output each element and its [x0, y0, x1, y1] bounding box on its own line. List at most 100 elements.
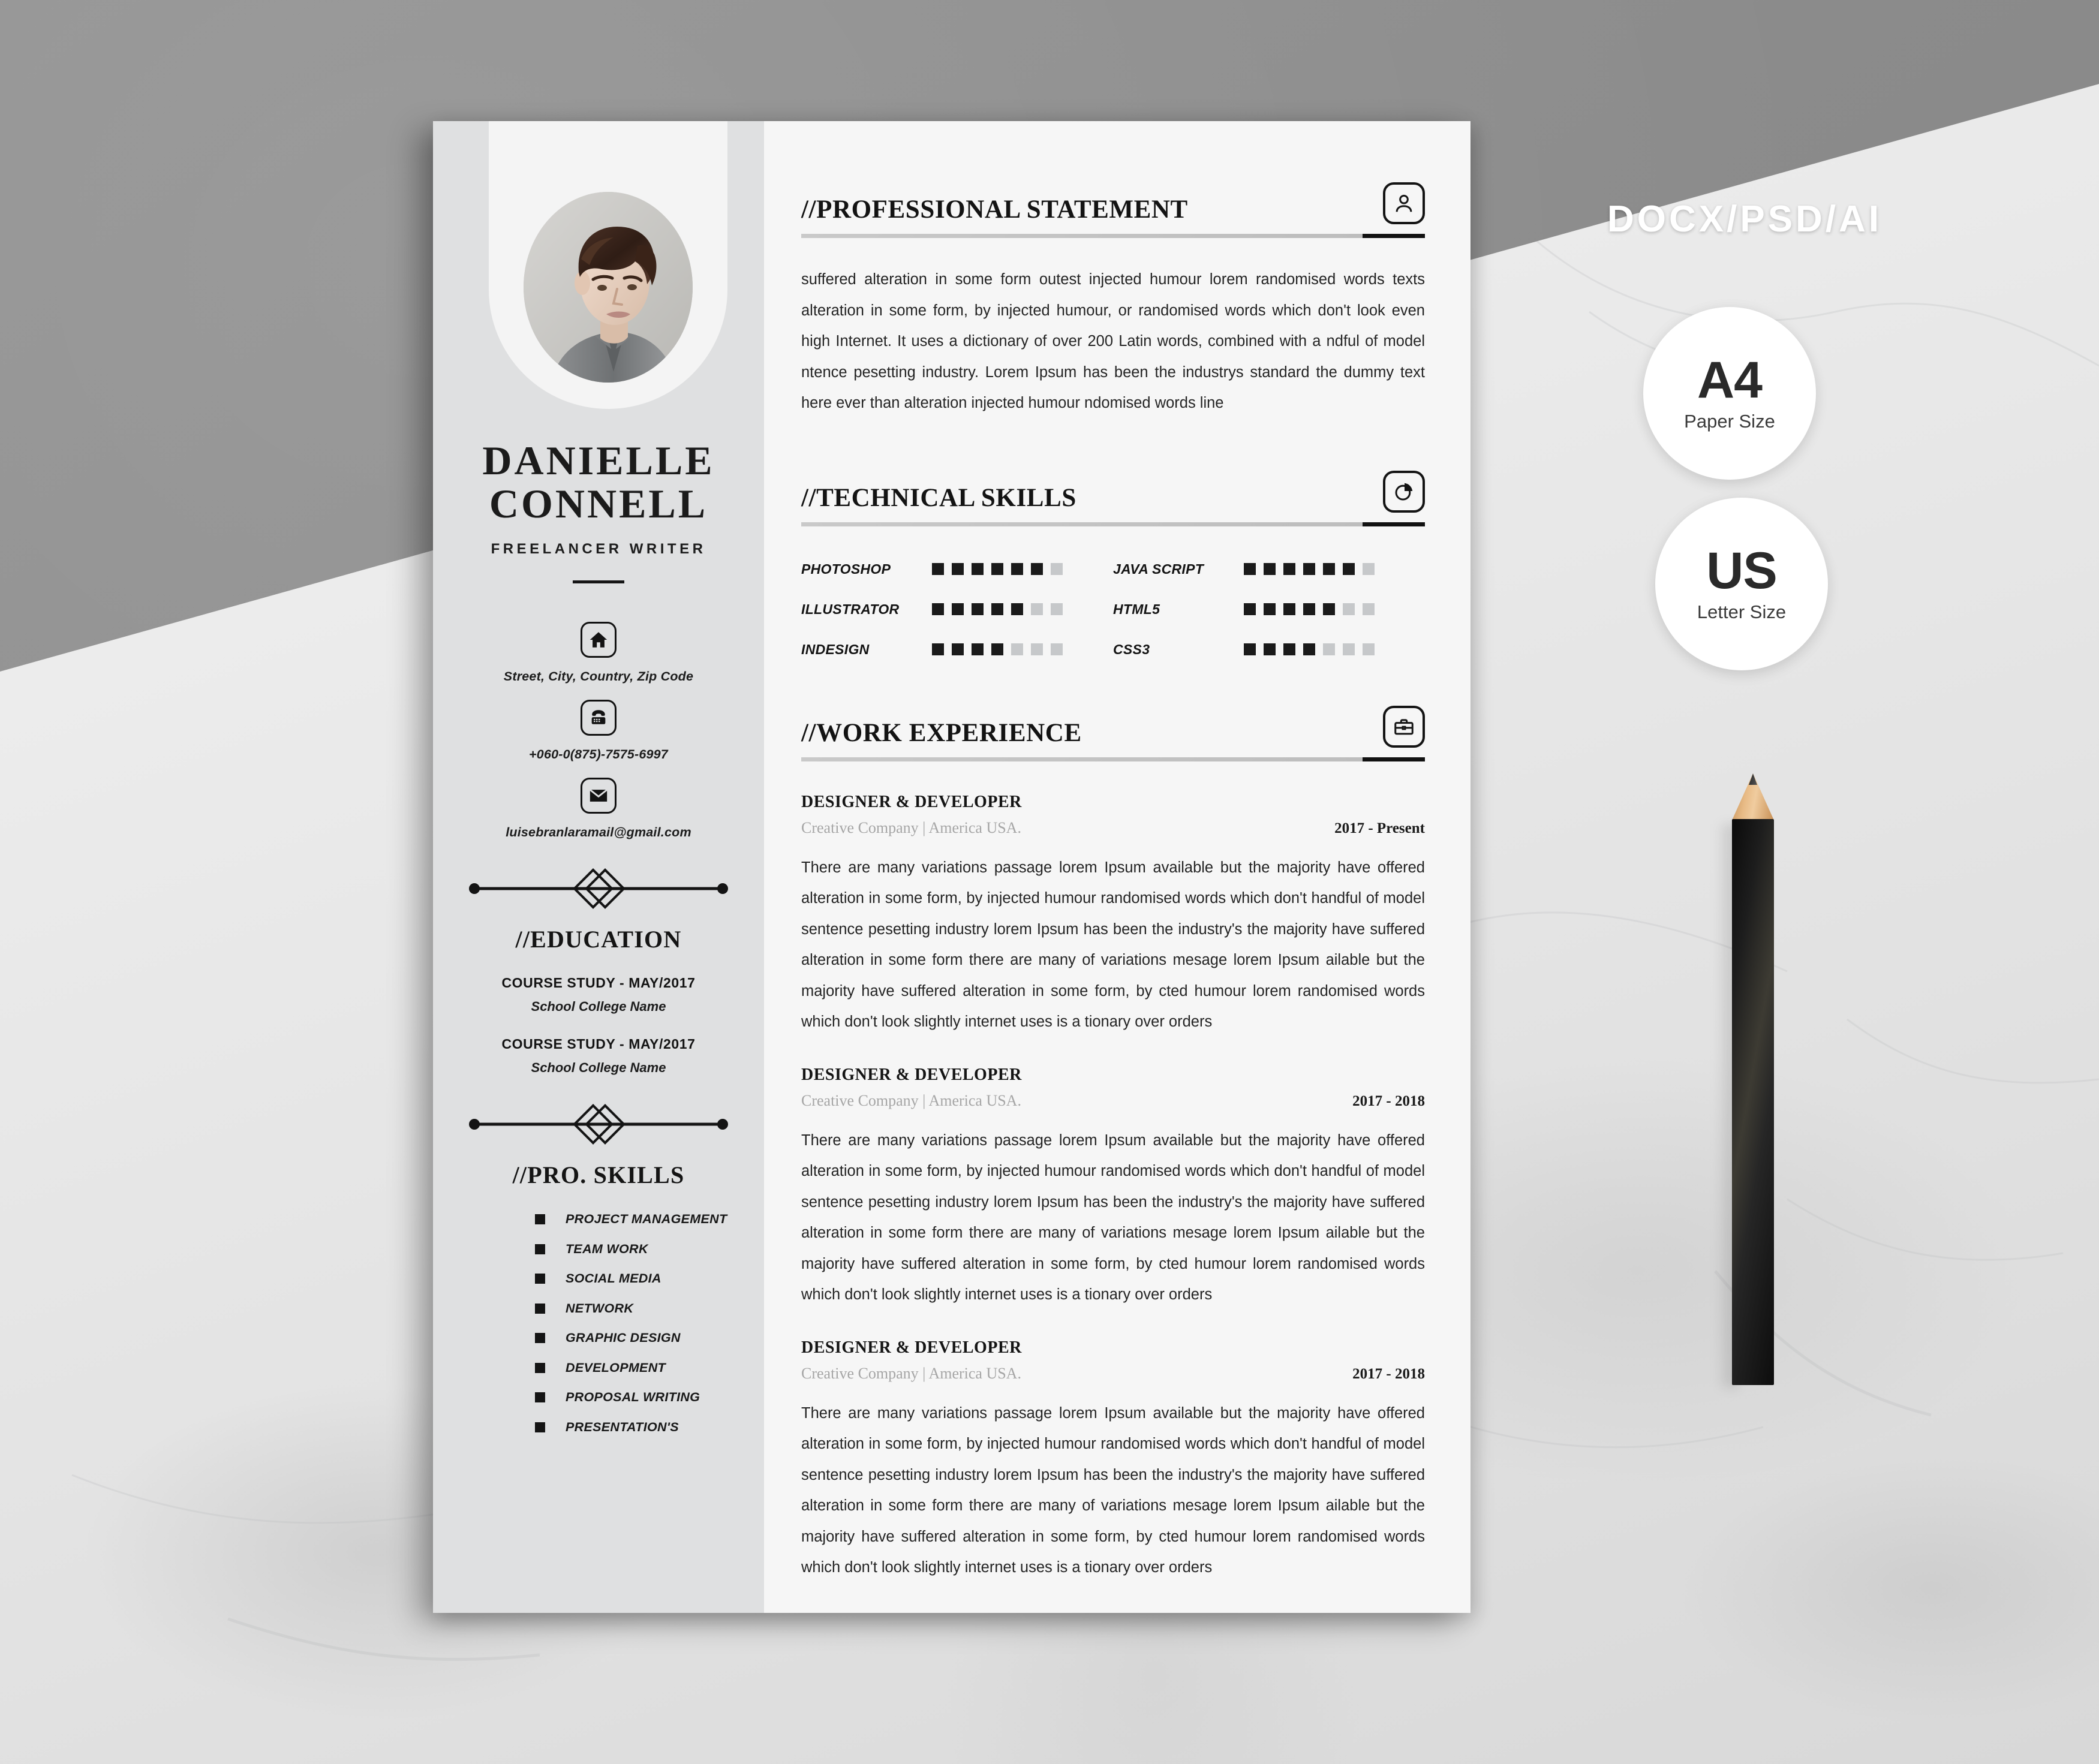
rating-dot-filled — [1343, 563, 1355, 575]
rating-dot-empty — [1031, 603, 1043, 615]
job-entry: DESIGNER & DEVELOPER Creative Company | … — [801, 1065, 1425, 1311]
job-description: There are many variations passage lorem … — [801, 1131, 1425, 1304]
briefcase-icon — [1383, 705, 1425, 748]
pro-skill-label: PRESENTATION'S — [566, 1419, 679, 1434]
ornamental-divider-icon — [469, 868, 728, 910]
file-formats-label: DOCX/PSD/AI — [1607, 198, 1883, 240]
rating-dot-filled — [1244, 643, 1256, 655]
tech-skill-label: ILLUSTRATOR — [801, 601, 900, 617]
rating-dot-filled — [991, 643, 1003, 655]
badge-a4-title: A4 — [1697, 351, 1763, 409]
ornamental-divider-icon — [469, 1104, 728, 1145]
job-entry: DESIGNER & DEVELOPER Creative Company | … — [801, 1338, 1425, 1584]
rating-dot-filled — [1323, 563, 1335, 575]
badge-a4-subtitle: Paper Size — [1684, 411, 1775, 432]
tech-skill-label: CSS3 — [1113, 641, 1150, 657]
rating-dots — [932, 643, 1063, 655]
job-title: DESIGNER & DEVELOPER — [801, 1065, 1022, 1084]
rating-dot-filled — [991, 563, 1003, 575]
education-school: School College Name — [531, 1060, 666, 1076]
contact-block: Street, City, Country, Zip Code +060-0(8… — [504, 606, 693, 840]
rating-dot-filled — [1264, 603, 1276, 615]
rating-dots — [1244, 603, 1375, 615]
list-item: DEVELOPMENT — [535, 1360, 764, 1375]
rating-dot-filled — [932, 643, 944, 655]
job-dates: 2017 - 2018 — [1352, 1092, 1425, 1109]
section-heading: //PROFESSIONAL STATEMENT — [801, 195, 1188, 224]
email-icon — [580, 778, 617, 814]
education-heading: //EDUCATION — [515, 926, 682, 953]
first-name: DANIELLE — [482, 438, 715, 483]
bullet-square-icon — [535, 1214, 545, 1225]
last-name: CONNELL — [489, 481, 708, 527]
badge-us-subtitle: Letter Size — [1697, 601, 1787, 622]
bullet-square-icon — [535, 1392, 545, 1403]
resume-page: DANIELLE CONNELL FREELANCER WRITER Stree… — [433, 121, 1470, 1613]
rating-dots — [932, 563, 1063, 575]
tech-skill-label: HTML5 — [1113, 601, 1160, 617]
pro-skill-label: TEAM WORK — [566, 1241, 648, 1256]
job-title: DESIGNER & DEVELOPER — [801, 1338, 1022, 1357]
pro-skill-label: PROJECT MANAGEMENT — [566, 1212, 727, 1227]
badge-us-title: US — [1706, 542, 1777, 600]
tech-skill-row: ILLUSTRATOR — [801, 601, 1113, 618]
address-text: Street, City, Country, Zip Code — [503, 669, 694, 684]
rating-dot-empty — [1363, 563, 1375, 575]
job-company: Creative Company | America USA. — [801, 818, 1021, 836]
rating-dot-empty — [1363, 643, 1375, 655]
rule-dark-segment — [1363, 522, 1425, 526]
section-technical-skills: //TECHNICAL SKILLS PHOTOSHOP JAVA SCRIPT… — [801, 470, 1425, 658]
rating-dot-filled — [991, 603, 1003, 615]
rule-light-segment — [801, 522, 1363, 526]
rating-dots — [932, 603, 1063, 615]
rating-dot-filled — [1244, 603, 1256, 615]
rule-light-segment — [801, 757, 1363, 761]
badge-a4: A4 Paper Size — [1643, 307, 1816, 480]
pro-skills-heading: //PRO. SKILLS — [512, 1161, 685, 1189]
education-item: COURSE STUDY - MAY/2017 School College N… — [501, 975, 695, 1015]
tech-skill-label: JAVA SCRIPT — [1113, 561, 1204, 577]
list-item: TEAM WORK — [535, 1242, 764, 1257]
rating-dot-filled — [1031, 563, 1043, 575]
rating-dot-filled — [932, 603, 944, 615]
rating-dots — [1244, 563, 1375, 575]
rating-dot-filled — [1011, 563, 1023, 575]
section-rule — [801, 757, 1425, 761]
contact-item-address: Street, City, Country, Zip Code — [504, 622, 693, 684]
rating-dot-filled — [1303, 563, 1315, 575]
rating-dot-filled — [1264, 563, 1276, 575]
tech-skill-row: CSS3 — [1113, 642, 1425, 658]
pro-skill-label: GRAPHIC DESIGN — [566, 1330, 681, 1345]
section-heading: //TECHNICAL SKILLS — [801, 483, 1076, 512]
section-heading: //WORK EXPERIENCE — [801, 718, 1082, 747]
page-title: DANIELLE CONNELL — [482, 439, 714, 525]
tech-skill-row: JAVA SCRIPT — [1113, 561, 1425, 577]
bullet-square-icon — [535, 1333, 545, 1344]
promo-panel: DOCX/PSD/AI A4 Paper Size US Letter Size — [1535, 198, 2075, 670]
job-company: Creative Company | America USA. — [801, 1364, 1021, 1382]
bullet-square-icon — [535, 1303, 545, 1314]
rating-dot-empty — [1051, 603, 1063, 615]
rating-dot-filled — [1303, 603, 1315, 615]
statement-paragraph: suffered alteration in some form outest … — [801, 271, 1425, 411]
job-company: Creative Company | America USA. — [801, 1091, 1021, 1109]
contact-item-email: luisebranlaramail@gmail.com — [506, 778, 691, 840]
rating-dot-filled — [1244, 563, 1256, 575]
rating-dot-filled — [932, 563, 944, 575]
job-entry: DESIGNER & DEVELOPER Creative Company | … — [801, 793, 1425, 1038]
pro-skills-list: PROJECT MANAGEMENT TEAM WORK SOCIAL MEDI… — [433, 1212, 764, 1449]
rating-dot-filled — [1283, 563, 1295, 575]
pro-skill-label: SOCIAL MEDIA — [566, 1271, 661, 1286]
rating-dot-empty — [1051, 643, 1063, 655]
job-title: DESIGNER & DEVELOPER — [801, 792, 1022, 811]
pencil-prop — [1716, 773, 1774, 1387]
tech-skill-row: INDESIGN — [801, 642, 1113, 658]
rating-dot-empty — [1011, 643, 1023, 655]
list-item: PROPOSAL WRITING — [535, 1390, 764, 1405]
list-item: GRAPHIC DESIGN — [535, 1330, 764, 1345]
rating-dot-filled — [972, 643, 984, 655]
rating-dot-filled — [972, 563, 984, 575]
rule-light-segment — [801, 234, 1363, 238]
job-description: There are many variations passage lorem … — [801, 1404, 1425, 1576]
pro-skill-label: NETWORK — [566, 1301, 634, 1316]
